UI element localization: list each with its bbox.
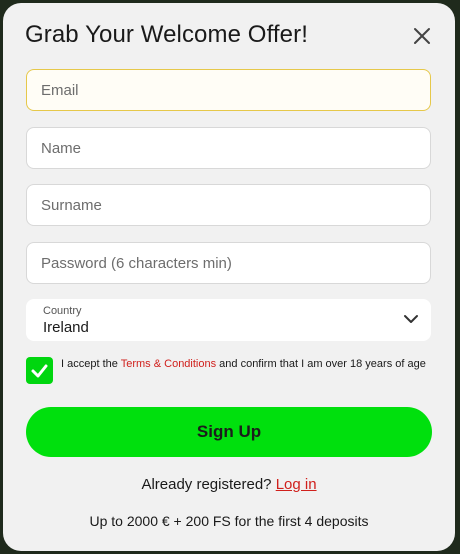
password-field[interactable] bbox=[26, 242, 431, 284]
close-icon bbox=[414, 28, 430, 44]
bonus-text: Up to 2000 € + 200 FS for the first 4 de… bbox=[89, 513, 369, 529]
signup-modal: Grab Your Welcome Offer! Country Ireland… bbox=[3, 3, 455, 551]
login-link[interactable]: Log in bbox=[276, 476, 317, 493]
name-field[interactable] bbox=[26, 127, 431, 169]
chevron-down-icon bbox=[404, 315, 418, 323]
terms-text: I accept the Terms & Conditions and conf… bbox=[61, 357, 431, 372]
email-field[interactable] bbox=[26, 69, 431, 111]
country-label: Country bbox=[43, 305, 82, 317]
sign-up-button[interactable]: Sign Up bbox=[26, 407, 432, 457]
modal-title: Grab Your Welcome Offer! bbox=[25, 21, 308, 48]
country-value: Ireland bbox=[43, 319, 89, 336]
country-select[interactable]: Country Ireland bbox=[26, 299, 431, 341]
close-button[interactable] bbox=[411, 25, 433, 47]
already-registered: Already registered? Log in bbox=[3, 476, 455, 493]
already-registered-text: Already registered? bbox=[141, 476, 272, 493]
terms-prefix: I accept the bbox=[61, 358, 121, 370]
terms-suffix: and confirm that I am over 18 years of a… bbox=[216, 358, 426, 370]
checkmark-icon bbox=[31, 364, 48, 378]
surname-field[interactable] bbox=[26, 184, 431, 226]
terms-link[interactable]: Terms & Conditions bbox=[121, 358, 216, 370]
terms-checkbox[interactable] bbox=[26, 357, 53, 384]
